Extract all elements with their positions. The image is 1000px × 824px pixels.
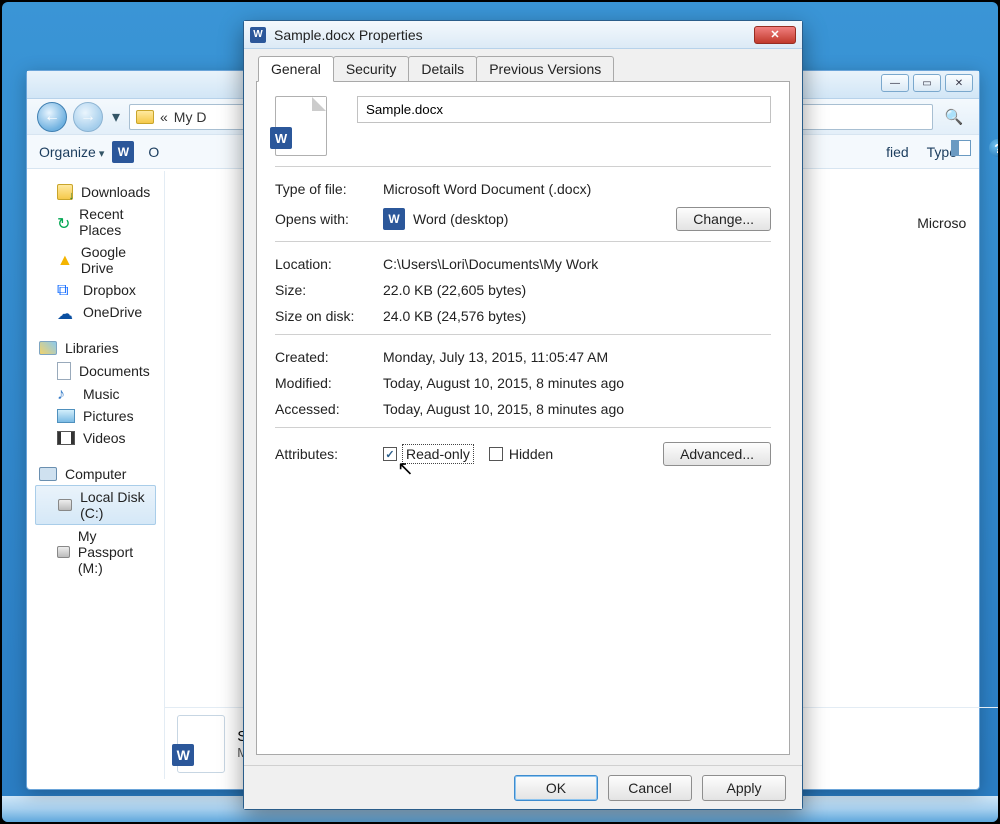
column-date-modified[interactable]: fied	[886, 144, 909, 160]
attributes-label: Attributes:	[275, 446, 383, 462]
search-icon[interactable]: 🔍	[939, 104, 969, 130]
readonly-checkbox[interactable]: Read-only	[383, 445, 473, 463]
tab-general[interactable]: General	[258, 56, 334, 82]
computer-icon	[39, 467, 57, 481]
type-of-file-value: Microsoft Word Document (.docx)	[383, 181, 771, 197]
close-button[interactable]: ✕	[754, 26, 796, 44]
computer-label: Computer	[65, 466, 126, 482]
open-menu[interactable]: W O	[112, 141, 159, 163]
computer-group[interactable]: Computer	[35, 463, 156, 485]
word-icon: W	[383, 208, 405, 230]
accessed-value: Today, August 10, 2015, 8 minutes ago	[383, 401, 771, 417]
sidebar-item-documents[interactable]: Documents	[35, 359, 156, 383]
sidebar-item-downloads[interactable]: Downloads	[35, 181, 156, 203]
checkbox-icon	[383, 447, 397, 461]
accessed-label: Accessed:	[275, 401, 383, 417]
checkbox-icon	[489, 447, 503, 461]
filename-input[interactable]	[357, 96, 771, 123]
drive-icon	[57, 546, 70, 558]
modified-label: Modified:	[275, 375, 383, 391]
size-on-disk-label: Size on disk:	[275, 308, 383, 324]
sidebar-item-label: Local Disk (C:)	[80, 489, 149, 521]
tab-security[interactable]: Security	[333, 56, 410, 82]
sidebar-item-videos[interactable]: Videos	[35, 427, 156, 449]
breadcrumb: My D	[174, 109, 207, 125]
sidebar-item-label: Google Drive	[81, 244, 150, 276]
dialog-footer: OK Cancel Apply	[244, 765, 802, 809]
nav-back-button[interactable]: ←	[37, 102, 67, 132]
sidebar-item-dropbox[interactable]: ⧉Dropbox	[35, 279, 156, 301]
size-label: Size:	[275, 282, 383, 298]
navigation-pane: Downloads ↻Recent Places▲Google Drive⧉Dro…	[27, 171, 165, 779]
sidebar-item-onedrive[interactable]: ☁OneDrive	[35, 301, 156, 323]
dialog-titlebar[interactable]: W Sample.docx Properties ✕	[244, 21, 802, 49]
type-of-file-label: Type of file:	[275, 181, 383, 197]
sidebar-item-label: Music	[83, 386, 120, 402]
sidebar-item-recent-places[interactable]: ↻Recent Places	[35, 203, 156, 241]
dialog-tabs: GeneralSecurityDetailsPrevious Versions	[244, 49, 802, 81]
sidebar-item-music[interactable]: ♪Music	[35, 383, 156, 405]
file-row-type: Microso	[917, 215, 998, 231]
hidden-label: Hidden	[509, 446, 553, 462]
location-value: C:\Users\Lori\Documents\My Work	[383, 256, 771, 272]
cancel-button[interactable]: Cancel	[608, 775, 692, 801]
sidebar-item-google-drive[interactable]: ▲Google Drive	[35, 241, 156, 279]
change-button[interactable]: Change...	[676, 207, 771, 231]
sidebar-item-label: Dropbox	[83, 282, 136, 298]
libraries-icon	[39, 341, 57, 355]
created-value: Monday, July 13, 2015, 11:05:47 AM	[383, 349, 771, 365]
size-value: 22.0 KB (22,605 bytes)	[383, 282, 771, 298]
nav-forward-button[interactable]: →	[73, 102, 103, 132]
word-icon: W	[112, 141, 134, 163]
sidebar-item-label: OneDrive	[83, 304, 142, 320]
open-label: O	[148, 144, 159, 160]
opens-with-label: Opens with:	[275, 211, 383, 227]
created-label: Created:	[275, 349, 383, 365]
opens-with-value: Word (desktop)	[413, 211, 508, 227]
size-on-disk-value: 24.0 KB (24,576 bytes)	[383, 308, 771, 324]
document-icon: W	[275, 96, 327, 156]
sidebar-item-label: Recent Places	[79, 206, 150, 238]
recent-locations-button[interactable]: ▾	[109, 102, 123, 132]
organize-menu[interactable]: Organize	[39, 144, 104, 160]
sidebar-item-label: Pictures	[83, 408, 134, 424]
readonly-label: Read-only	[403, 445, 473, 463]
hidden-checkbox[interactable]: Hidden	[489, 446, 553, 462]
sidebar-item-label: Videos	[83, 430, 126, 446]
sidebar-item-drive[interactable]: My Passport (M:)	[35, 525, 156, 579]
close-button[interactable]: ✕	[945, 74, 973, 92]
view-toggle-icon[interactable]	[951, 140, 971, 156]
tab-previous-versions[interactable]: Previous Versions	[476, 56, 614, 82]
libraries-label: Libraries	[65, 340, 119, 356]
tab-details[interactable]: Details	[408, 56, 477, 82]
ok-button[interactable]: OK	[514, 775, 598, 801]
tab-general-pane: W Type of file:Microsoft Word Document (…	[256, 81, 790, 755]
maximize-button[interactable]: ▭	[913, 74, 941, 92]
desktop: — ▭ ✕ ← → ▾ « My D 🔍 Organize W O fied	[2, 2, 998, 822]
breadcrumb-prefix: «	[160, 109, 168, 125]
properties-dialog: W Sample.docx Properties ✕ GeneralSecuri…	[243, 20, 803, 810]
location-label: Location:	[275, 256, 383, 272]
folder-icon	[136, 110, 154, 124]
dialog-title: Sample.docx Properties	[274, 27, 423, 43]
sidebar-item-drive[interactable]: Local Disk (C:)	[35, 485, 156, 525]
word-file-icon	[177, 715, 225, 773]
minimize-button[interactable]: —	[881, 74, 909, 92]
word-icon: W	[250, 27, 266, 43]
modified-value: Today, August 10, 2015, 8 minutes ago	[383, 375, 771, 391]
sidebar-item-label: Documents	[79, 363, 150, 379]
sidebar-item-label: Downloads	[81, 184, 150, 200]
drive-icon	[58, 499, 72, 511]
advanced-button[interactable]: Advanced...	[663, 442, 771, 466]
libraries-group[interactable]: Libraries	[35, 337, 156, 359]
help-icon[interactable]: ?	[989, 139, 998, 157]
sidebar-item-pictures[interactable]: Pictures	[35, 405, 156, 427]
apply-button[interactable]: Apply	[702, 775, 786, 801]
sidebar-item-label: My Passport (M:)	[78, 528, 150, 576]
